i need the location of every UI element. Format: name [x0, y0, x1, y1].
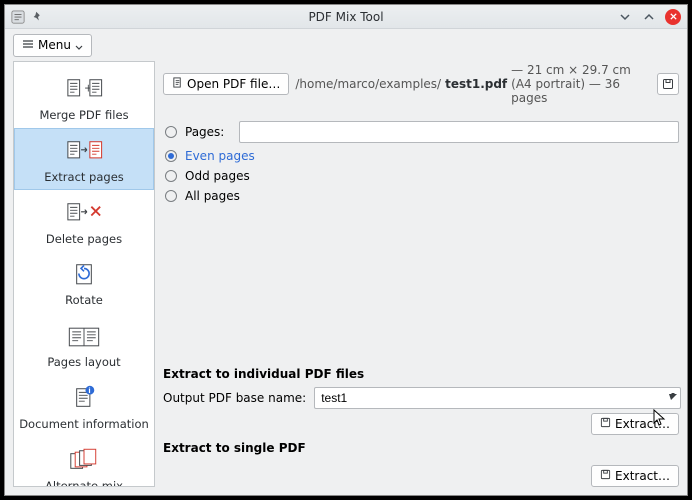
sidebar-item-label: Alternate mix: [19, 480, 149, 487]
sidebar-item-label: Document information: [19, 418, 149, 432]
window-title: PDF Mix Tool: [5, 10, 687, 24]
odd-label: Odd pages: [185, 169, 250, 183]
file-meta: — 21 cm × 29.7 cm (A4 portrait) — 36 pag…: [511, 63, 651, 105]
extract-label: Extract…: [615, 417, 670, 431]
all-label: All pages: [185, 189, 240, 203]
extract-individual-button[interactable]: Extract…: [591, 413, 679, 435]
sidebar-item-label: Delete pages: [19, 233, 149, 247]
odd-option-row[interactable]: Odd pages: [165, 169, 679, 183]
minimize-button[interactable]: [617, 9, 633, 25]
rotate-icon: [19, 258, 149, 292]
extract-label: Extract…: [615, 469, 670, 483]
open-pdf-label: Open PDF file…: [187, 77, 280, 91]
sidebar-item-delete[interactable]: Delete pages: [14, 190, 154, 252]
even-option-row[interactable]: Even pages: [165, 149, 679, 163]
file-icon: [172, 77, 183, 91]
pages-input[interactable]: [239, 121, 679, 143]
file-path-display: /home/marco/examples/test1.pdf — 21 cm ×…: [295, 63, 651, 105]
info-icon: i: [19, 382, 149, 416]
open-pdf-button[interactable]: Open PDF file…: [163, 73, 289, 95]
sidebar-item-rotate[interactable]: Rotate: [14, 251, 154, 313]
menu-label: Menu: [38, 38, 71, 52]
basename-input[interactable]: [314, 387, 681, 409]
sidebar[interactable]: + Merge PDF files Extract pages Delete p…: [13, 61, 155, 487]
chevron-down-icon: [75, 41, 83, 49]
clear-icon[interactable]: [667, 391, 679, 406]
sidebar-item-merge[interactable]: + Merge PDF files: [14, 66, 154, 128]
radio-all[interactable]: [165, 190, 177, 202]
file-save-button[interactable]: [657, 73, 679, 95]
sidebar-item-alternate[interactable]: Alternate mix: [14, 437, 154, 487]
merge-icon: +: [19, 73, 149, 107]
individual-section-title: Extract to individual PDF files: [163, 361, 679, 387]
radio-even[interactable]: [165, 150, 177, 162]
menu-icon: [22, 38, 34, 53]
sidebar-item-label: Rotate: [19, 294, 149, 308]
alternate-icon: [19, 444, 149, 478]
radio-odd[interactable]: [165, 170, 177, 182]
extract-single-button[interactable]: Extract…: [591, 465, 679, 487]
single-section-title: Extract to single PDF: [163, 435, 679, 461]
sidebar-item-info[interactable]: i Document information: [14, 375, 154, 437]
file-name: test1.pdf: [445, 77, 507, 91]
titlebar: PDF Mix Tool: [5, 5, 687, 29]
radio-pages[interactable]: [165, 126, 177, 138]
delete-icon: [19, 197, 149, 231]
all-option-row[interactable]: All pages: [165, 189, 679, 203]
pages-option-row[interactable]: Pages:: [165, 121, 679, 143]
sidebar-item-label: Pages layout: [19, 356, 149, 370]
close-button[interactable]: [665, 9, 681, 25]
file-path-prefix: /home/marco/examples/: [295, 77, 441, 91]
svg-text:i: i: [88, 387, 90, 395]
even-label: Even pages: [185, 149, 255, 163]
sidebar-item-label: Extract pages: [19, 171, 149, 185]
save-icon: [600, 417, 611, 431]
maximize-button[interactable]: [641, 9, 657, 25]
pages-label: Pages:: [185, 125, 231, 139]
basename-label: Output PDF base name:: [163, 391, 306, 405]
menu-button[interactable]: Menu: [13, 34, 92, 57]
layout-icon: [19, 320, 149, 354]
pin-icon[interactable]: [31, 10, 45, 24]
sidebar-item-layout[interactable]: Pages layout: [14, 313, 154, 375]
extract-icon: [19, 135, 149, 169]
sidebar-item-label: Merge PDF files: [19, 109, 149, 123]
sidebar-item-extract[interactable]: Extract pages: [14, 128, 154, 190]
save-icon: [600, 469, 611, 483]
app-icon: [11, 10, 25, 24]
